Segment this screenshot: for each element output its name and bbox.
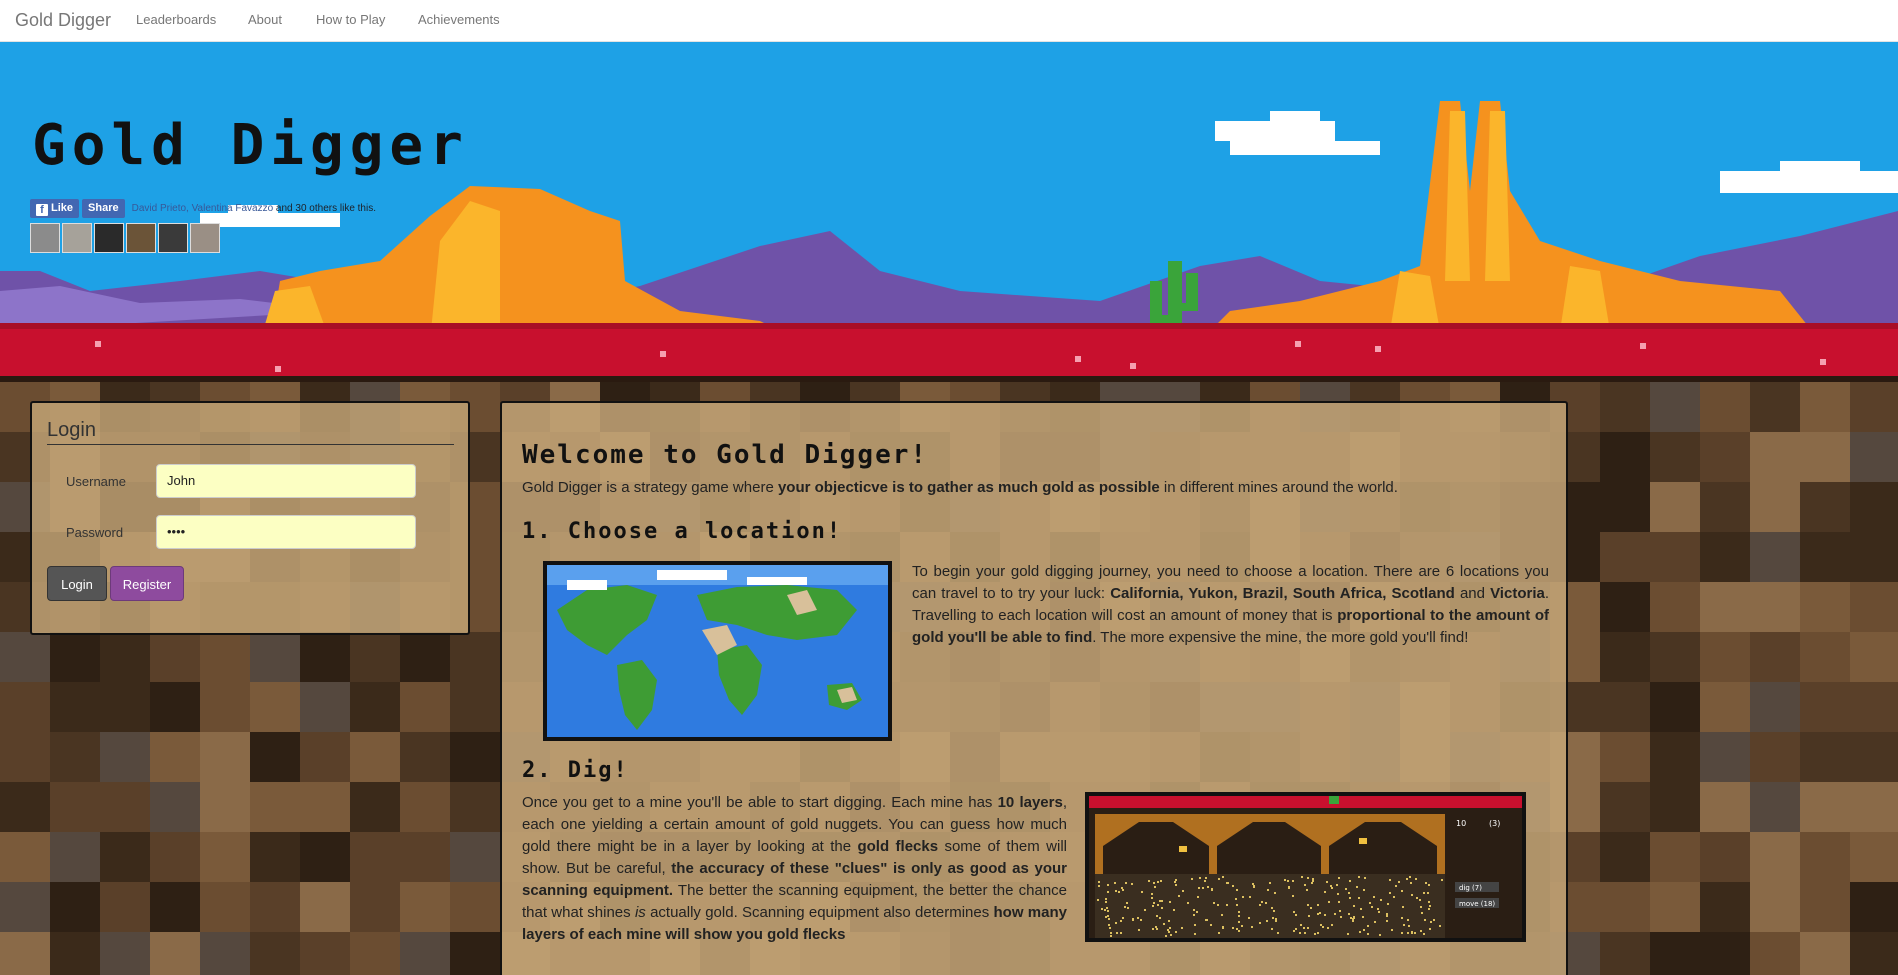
intro-paragraph: Gold Digger is a strategy game where you… xyxy=(522,479,1398,496)
mine-screenshot-image: 10 (3) dig (7) move (18) xyxy=(1085,792,1526,942)
hero-title: Gold Digger xyxy=(32,113,469,178)
login-panel: Login Username John Password •••• Login … xyxy=(30,401,470,635)
facebook-icon: f xyxy=(36,204,48,216)
step2-text: Once you get to a mine you'll be able to… xyxy=(522,794,998,811)
intro-text: in different mines around the world. xyxy=(1159,479,1398,496)
intro-emphasis: your objecticve is to gather as much gol… xyxy=(777,479,1160,496)
username-label: Username xyxy=(66,474,126,489)
password-label: Password xyxy=(66,525,124,540)
mine-move-label: move (18) xyxy=(1459,900,1495,908)
avatar[interactable] xyxy=(94,223,124,253)
step2-title: 2. Dig! xyxy=(522,758,629,783)
nav-link-about[interactable]: About xyxy=(248,12,282,27)
login-title: Login xyxy=(47,419,454,445)
nav-link-leaderboards[interactable]: Leaderboards xyxy=(136,12,216,27)
avatar[interactable] xyxy=(126,223,156,253)
top-navbar: Gold Digger Leaderboards About How to Pl… xyxy=(0,0,1898,42)
fb-like-suffix: and 30 others like this. xyxy=(273,203,376,214)
main-content-panel: Welcome to Gold Digger! Gold Digger is a… xyxy=(500,401,1568,975)
step1-location-victoria: Victoria xyxy=(1490,585,1545,602)
step1-locations: California, Yukon, Brazil, South Africa,… xyxy=(1110,585,1455,602)
step2-emphasis: gold flecks xyxy=(857,838,939,855)
fb-friend-avatars xyxy=(30,223,222,255)
step1-title: 1. Choose a location! xyxy=(522,519,843,544)
fb-share-button[interactable]: Share xyxy=(82,199,125,218)
step2-emphasis: 10 layers xyxy=(997,794,1063,811)
nav-link-achievements[interactable]: Achievements xyxy=(418,12,500,27)
avatar[interactable] xyxy=(30,223,60,253)
facebook-like-widget: f Like Share David Prieto, Valentina Favazz… xyxy=(30,199,376,219)
mine-count-paren: (3) xyxy=(1489,819,1500,828)
welcome-title: Welcome to Gold Digger! xyxy=(522,440,929,470)
navbar-brand[interactable]: Gold Digger xyxy=(15,10,111,31)
avatar[interactable] xyxy=(190,223,220,253)
step2-text: actually gold. Scanning equipment also d… xyxy=(645,904,994,921)
username-input[interactable]: John xyxy=(156,464,416,498)
mine-dig-label: dig (7) xyxy=(1459,884,1482,892)
fb-friend-names[interactable]: David Prieto, Valentina Favazzo xyxy=(132,203,274,214)
step2-paragraph: Once you get to a mine you'll be able to… xyxy=(522,792,1067,946)
avatar[interactable] xyxy=(62,223,92,253)
register-button[interactable]: Register xyxy=(110,566,184,601)
login-button[interactable]: Login xyxy=(47,566,107,601)
avatar[interactable] xyxy=(158,223,188,253)
hero-banner: Gold Digger f Like Share David Prieto, Vale… xyxy=(0,41,1898,382)
password-input[interactable]: •••• xyxy=(156,515,416,549)
intro-text: Gold Digger is a strategy game where xyxy=(522,479,778,496)
world-map-image xyxy=(543,561,892,741)
step1-paragraph: To begin your gold digging journey, you … xyxy=(912,561,1549,649)
nav-link-how-to-play[interactable]: How to Play xyxy=(316,12,385,27)
fb-social-text: David Prieto, Valentina Favazzo and 30 o… xyxy=(132,199,376,218)
fb-like-label: Like xyxy=(51,202,74,214)
fb-like-button[interactable]: f Like xyxy=(30,199,80,218)
mine-gold-count: 10 xyxy=(1456,819,1466,828)
step1-text: and xyxy=(1454,585,1491,602)
step1-text: . The more expensive the mine, the more … xyxy=(1092,629,1469,646)
step2-italic: is xyxy=(634,904,646,921)
